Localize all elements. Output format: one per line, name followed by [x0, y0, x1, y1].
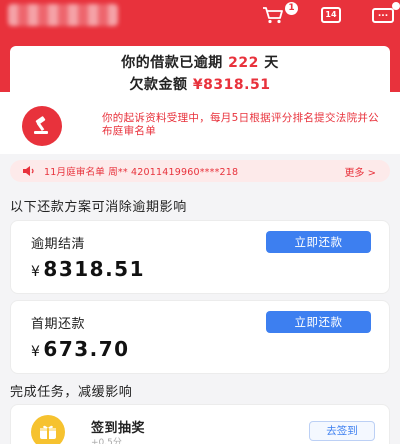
calendar-icon[interactable]: 14 — [320, 6, 342, 24]
overdue-days-line: 你的借款已逾期 222 天 — [121, 55, 279, 71]
plan-amount: ¥8318.51 — [31, 257, 146, 281]
gavel-icon — [22, 106, 62, 146]
plan-amount: ¥673.70 — [31, 337, 130, 361]
gift-icon — [31, 415, 65, 444]
blurred-user-info — [8, 4, 118, 26]
task-card-checkin: 签到抽奖 +0.5分 去签到 — [10, 404, 390, 444]
tasks-section-title: 完成任务，减缓影响 — [10, 385, 133, 400]
more-link[interactable]: 更多 > — [344, 164, 376, 179]
task-title: 签到抽奖 — [91, 421, 146, 436]
plan-card-first-installment: 首期还款 ¥673.70 立即还款 — [10, 300, 390, 374]
message-badge — [392, 2, 400, 10]
overdue-summary-card: 你的借款已逾期 222 天 欠款金额 ¥8318.51 — [10, 46, 390, 93]
plan-label: 首期还款 — [31, 317, 86, 332]
plans-section-title: 以下还款方案可消除逾期影响 — [10, 200, 187, 215]
pay-now-button[interactable]: 立即还款 — [266, 231, 371, 253]
plan-label: 逾期结清 — [31, 237, 86, 252]
message-icon[interactable]: ... — [372, 6, 394, 24]
task-subtitle: +0.5分 — [91, 438, 122, 444]
cart-badge: 1 — [285, 2, 298, 15]
plan-card-full-settle: 逾期结清 ¥8318.51 立即还款 — [10, 220, 390, 294]
overdue-days: 222 — [228, 55, 259, 71]
top-toolbar: 1 14 ... — [0, 0, 400, 30]
cart-icon[interactable] — [262, 6, 284, 24]
pay-now-button[interactable]: 立即还款 — [266, 311, 371, 333]
notice-text: 你的起诉资料受理中，每月5日根据评分排名提交法院并公布庭审名单 — [102, 112, 379, 137]
court-list-ticker[interactable]: 11月庭审名单 周** 42011419960****218 更多 > — [10, 160, 390, 182]
ticker-text: 11月庭审名单 周** 42011419960****218 — [44, 167, 239, 178]
overdue-amount-line: 欠款金额 ¥8318.51 — [129, 77, 271, 93]
check-in-button[interactable]: 去签到 — [309, 421, 375, 441]
overdue-amount: ¥8318.51 — [192, 77, 271, 93]
lawsuit-notice: 你的起诉资料受理中，每月5日根据评分排名提交法院并公布庭审名单 — [0, 92, 400, 154]
speaker-icon — [23, 166, 34, 176]
